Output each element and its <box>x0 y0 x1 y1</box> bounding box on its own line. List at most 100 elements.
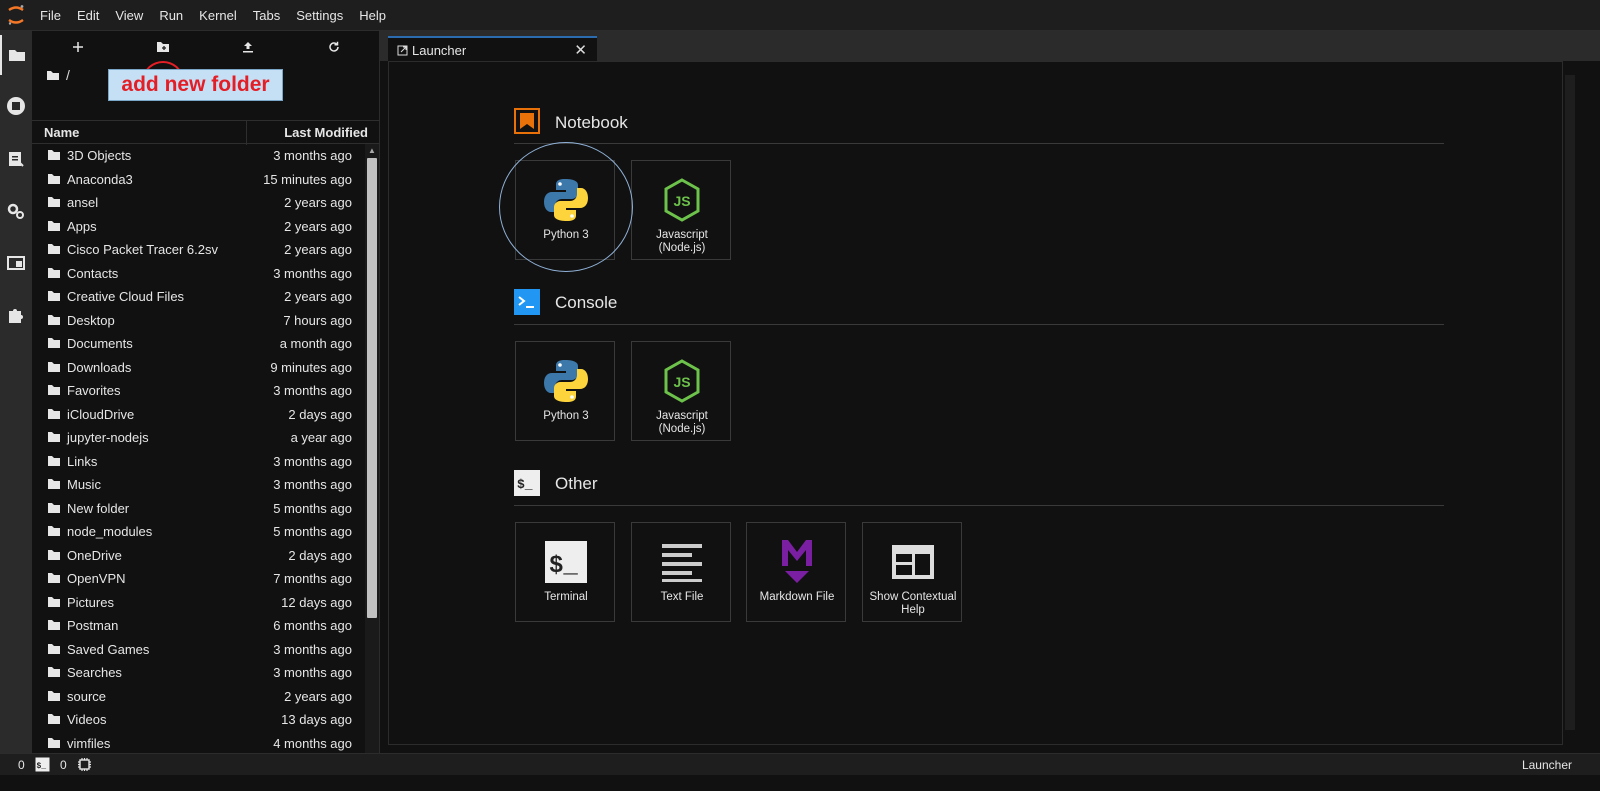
file-name: Downloads <box>67 359 132 375</box>
scroll-thumb[interactable] <box>367 158 377 618</box>
file-name: vimfiles <box>67 735 111 751</box>
upload-button[interactable] <box>230 35 266 59</box>
file-row[interactable]: Contacts 3 months ago <box>32 262 364 286</box>
file-row[interactable]: iCloudDrive 2 days ago <box>32 403 364 427</box>
plus-icon <box>73 42 83 52</box>
menu-view[interactable]: View <box>107 0 151 31</box>
file-row[interactable]: Videos 13 days ago <box>32 708 364 732</box>
running-tab[interactable] <box>0 86 32 126</box>
file-modified: a year ago <box>290 430 352 445</box>
file-row[interactable]: Saved Games 3 months ago <box>32 638 364 662</box>
file-row[interactable]: Music 3 months ago <box>32 473 364 497</box>
menu-help[interactable]: Help <box>351 0 394 31</box>
scroll-thumb[interactable] <box>1565 75 1575 730</box>
refresh-button[interactable] <box>316 35 352 59</box>
folder-icon <box>47 196 61 208</box>
python-icon <box>541 356 591 406</box>
file-name: OpenVPN <box>67 571 126 586</box>
folder-icon <box>47 267 61 279</box>
console-python3-card[interactable]: Python 3 <box>515 341 615 441</box>
window-icon <box>7 256 25 270</box>
file-row[interactable]: vimfiles 4 months ago <box>32 732 364 756</box>
file-name: OneDrive <box>67 547 122 563</box>
kernel-count[interactable]: 0 <box>60 758 67 772</box>
file-row[interactable]: OpenVPN 7 months ago <box>32 567 364 591</box>
file-row[interactable]: Downloads 9 minutes ago <box>32 356 364 380</box>
menu-run[interactable]: Run <box>151 0 191 31</box>
notebook-section-icon <box>514 108 540 134</box>
file-list-scrollbar[interactable]: ▲ ▼ <box>365 144 379 766</box>
folder-icon <box>47 666 61 678</box>
file-row[interactable]: node_modules 5 months ago <box>32 520 364 544</box>
file-name: Links <box>67 453 98 469</box>
scroll-up-arrow-icon[interactable]: ▲ <box>367 146 377 156</box>
file-modified: 2 years ago <box>284 688 352 704</box>
text-file-icon <box>657 537 707 587</box>
file-row[interactable]: Searches 3 months ago <box>32 661 364 685</box>
file-name: Videos <box>67 712 107 727</box>
file-row[interactable]: Desktop 7 hours ago <box>32 309 364 333</box>
close-icon[interactable]: ✕ <box>574 41 587 59</box>
open-tabs-tab[interactable] <box>0 243 32 283</box>
file-row[interactable]: Postman 6 months ago <box>32 614 364 638</box>
tab-launcher[interactable]: Launcher ✕ <box>388 36 597 62</box>
file-row[interactable]: Cisco Packet Tracer 6.2sv 2 years ago <box>32 238 364 262</box>
file-row[interactable]: OneDrive 2 days ago <box>32 544 364 568</box>
new-folder-button[interactable] <box>145 35 181 59</box>
terminal-status-icon[interactable]: $_ <box>35 757 50 775</box>
folder-icon <box>47 478 61 490</box>
folder-icon <box>47 737 61 749</box>
svg-text:JS: JS <box>673 193 690 209</box>
menu-kernel[interactable]: Kernel <box>191 0 245 31</box>
file-browser-tab[interactable] <box>0 35 32 75</box>
file-name: Apps <box>67 218 97 234</box>
console-nodejs-card[interactable]: JS Javascript (Node.js) <box>631 341 731 441</box>
file-row[interactable]: 3D Objects 3 months ago <box>32 144 364 168</box>
file-row[interactable]: jupyter-nodejs a year ago <box>32 426 364 450</box>
svg-text:$_: $_ <box>37 762 47 771</box>
contextual-help-card[interactable]: Show Contextual Help <box>862 522 962 622</box>
file-row[interactable]: New folder 5 months ago <box>32 497 364 521</box>
menu-file[interactable]: File <box>32 0 69 31</box>
column-modified-header[interactable]: Last Modified <box>284 125 368 140</box>
folder-icon <box>47 502 61 514</box>
menu-tabs[interactable]: Tabs <box>245 0 288 31</box>
column-name-header[interactable]: Name <box>44 125 79 140</box>
notebook-nodejs-card[interactable]: JS Javascript (Node.js) <box>631 160 731 260</box>
file-modified: 7 hours ago <box>283 312 352 328</box>
file-row[interactable]: Documents a month ago <box>32 332 364 356</box>
file-row[interactable]: Creative Cloud Files 2 years ago <box>32 285 364 309</box>
text-file-card[interactable]: Text File <box>631 522 731 622</box>
terminal-count[interactable]: 0 <box>18 758 25 772</box>
file-row[interactable]: Links 3 months ago <box>32 450 364 474</box>
file-row[interactable]: Anaconda3 15 minutes ago <box>32 168 364 192</box>
file-row[interactable]: Pictures 12 days ago <box>32 591 364 615</box>
markdown-file-card[interactable]: Markdown File <box>746 522 846 622</box>
file-row[interactable]: ansel 2 years ago <box>32 191 364 215</box>
file-row[interactable]: source 2 years ago <box>32 685 364 709</box>
breadcrumb-root[interactable]: / <box>66 67 70 83</box>
kernel-status-icon[interactable] <box>77 757 92 775</box>
file-name: Pictures <box>67 594 114 610</box>
new-launcher-button[interactable] <box>60 35 96 59</box>
terminal-card[interactable]: $_ Terminal <box>515 522 615 622</box>
annotation-tooltip: add new folder <box>108 69 283 101</box>
launcher-scrollbar[interactable] <box>1563 61 1577 745</box>
file-browser: / add new folder Name Last Modified 3D O… <box>32 31 380 766</box>
section-divider <box>514 324 1444 325</box>
file-name: Searches <box>67 665 122 680</box>
property-inspector-tab[interactable] <box>0 191 32 231</box>
folder-icon[interactable] <box>46 70 60 81</box>
commands-tab[interactable] <box>0 139 32 179</box>
other-section-title: Other <box>555 474 598 493</box>
menu-edit[interactable]: Edit <box>69 0 107 31</box>
folder-icon <box>47 220 61 232</box>
file-row[interactable]: Apps 2 years ago <box>32 215 364 239</box>
clipboard-icon <box>9 152 24 167</box>
file-modified: 5 months ago <box>273 500 352 516</box>
file-row[interactable]: Favorites 3 months ago <box>32 379 364 403</box>
folder-icon <box>47 455 61 467</box>
status-bar: 0 $_ 0 Launcher <box>0 753 1600 775</box>
extensions-tab[interactable] <box>0 295 32 335</box>
menu-settings[interactable]: Settings <box>288 0 351 31</box>
